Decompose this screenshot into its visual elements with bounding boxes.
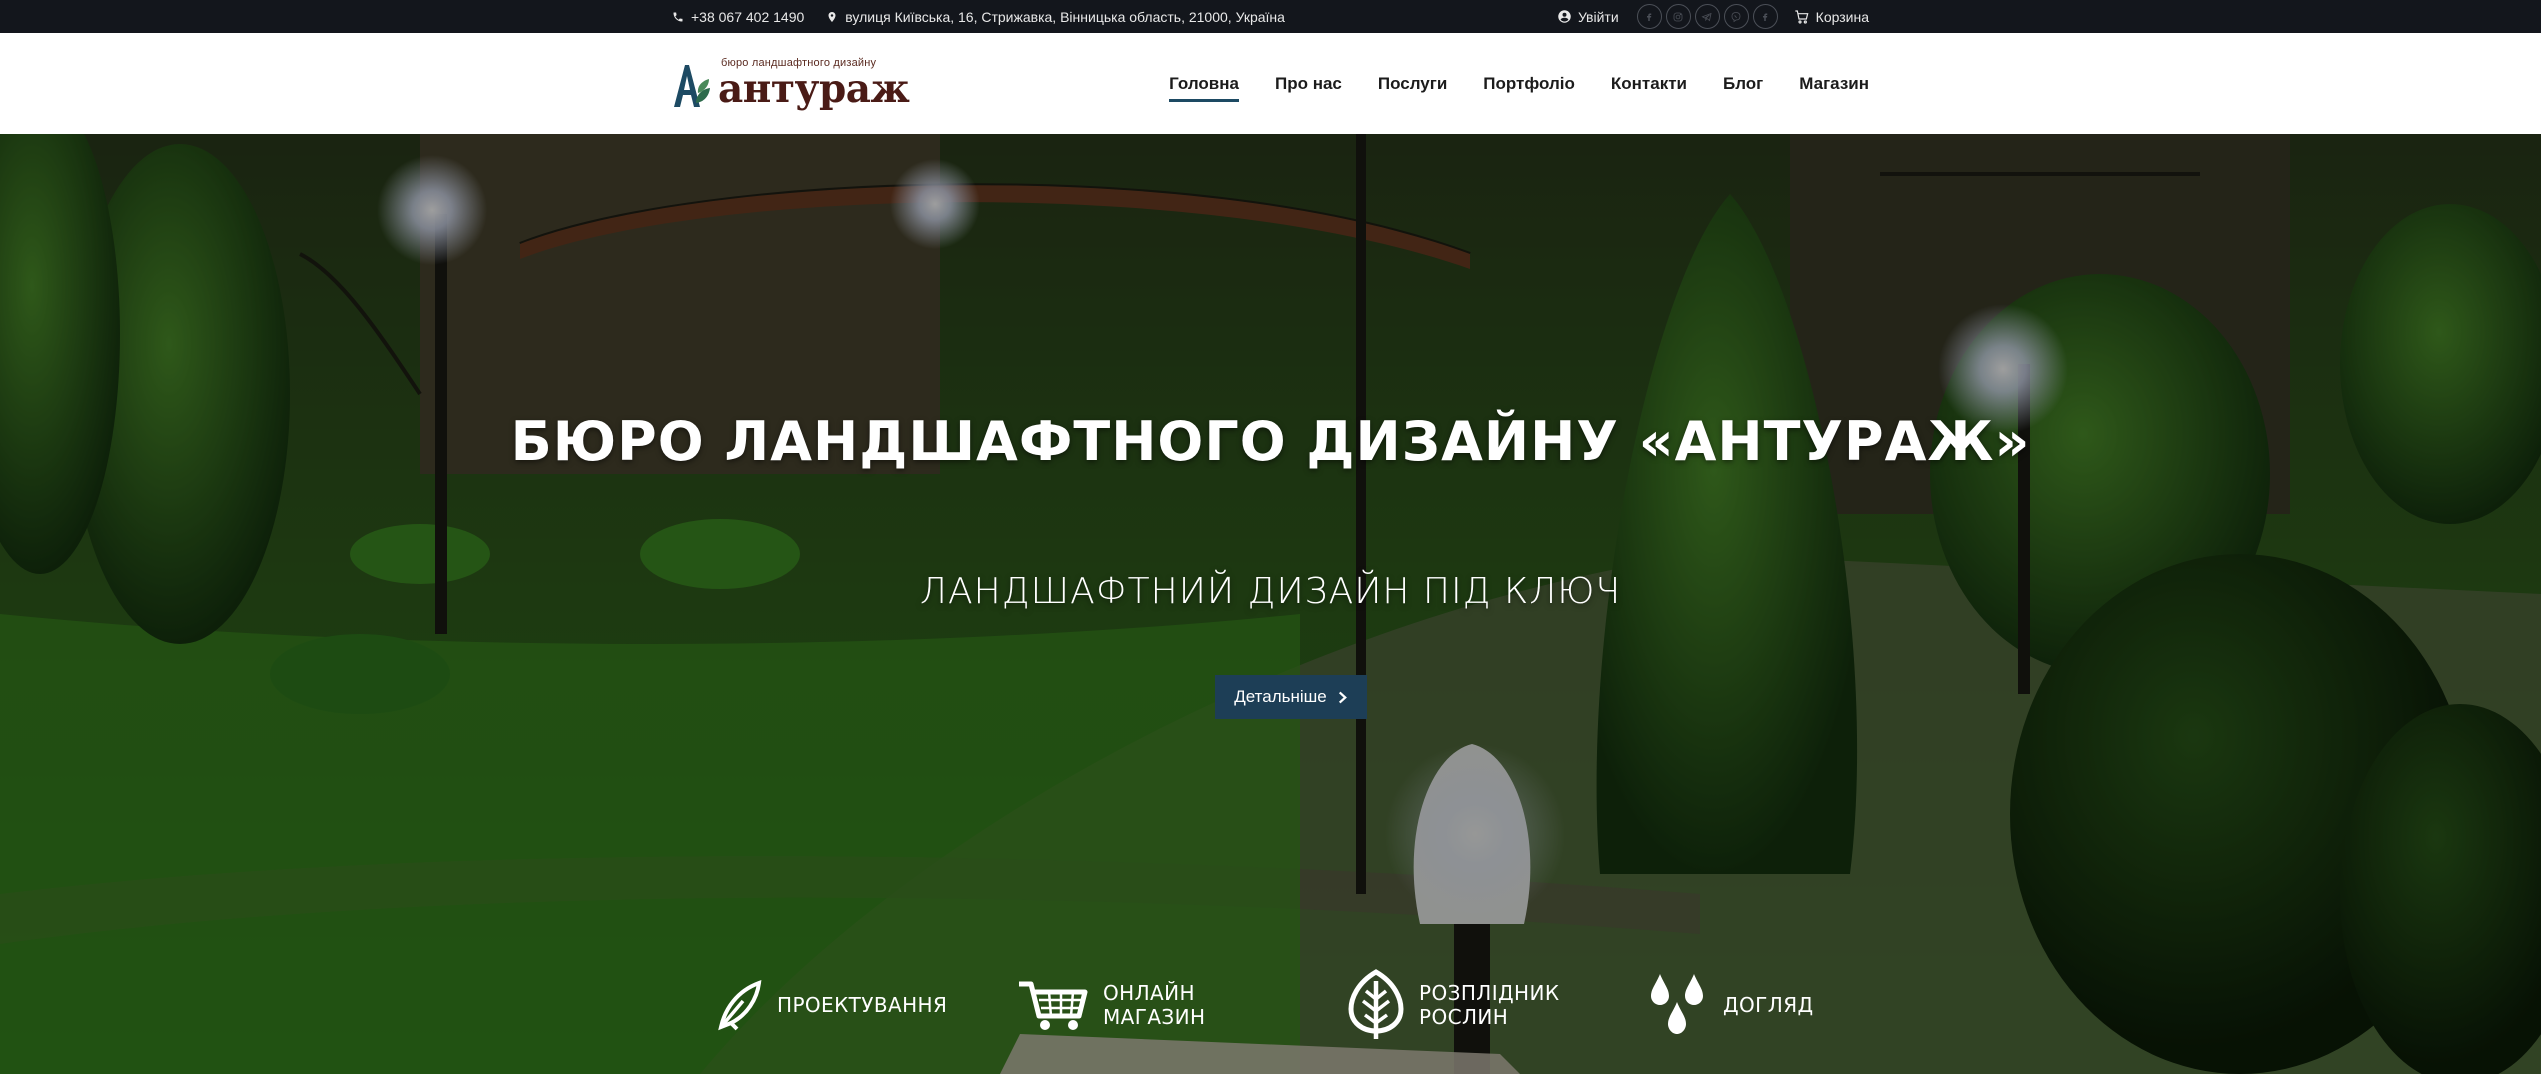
nav-item-portfolio[interactable]: Портфоліо xyxy=(1483,68,1575,100)
hero-subtitle: ЛАНДШАФТНИЙ ДИЗАЙН ПІД КЛЮЧ xyxy=(919,571,1622,612)
telegram-icon xyxy=(1701,12,1712,21)
feature-design-line1: ПРОЕКТУВАННЯ xyxy=(777,993,948,1017)
feature-design[interactable]: ПРОЕКТУВАННЯ xyxy=(717,960,947,1050)
feature-online-shop-label: ОНЛАЙН МАГАЗИН xyxy=(1103,981,1205,1029)
phone-number: +38 067 402 1490 xyxy=(691,8,805,25)
telegram-link[interactable] xyxy=(1694,4,1720,29)
instagram-link[interactable] xyxy=(1665,4,1691,29)
feature-online-shop-line1: ОНЛАЙН xyxy=(1103,981,1195,1005)
facebook-icon xyxy=(1647,13,1652,21)
facebook-icon xyxy=(1763,13,1768,21)
details-button[interactable]: Детальніше xyxy=(1215,675,1367,719)
login-label: Увійти xyxy=(1577,8,1619,25)
feature-care-label: ДОГЛЯД xyxy=(1723,993,1814,1017)
hero-section: БЮРО ЛАНДШАФТНОГО ДИЗАЙНУ «АНТУРАЖ» ЛАНД… xyxy=(0,134,2541,1074)
top-bar: +38 067 402 1490 вулиця Київська, 16, Ст… xyxy=(0,0,2541,33)
chevron-right-icon xyxy=(1338,691,1347,703)
phone-link[interactable]: +38 067 402 1490 xyxy=(672,9,804,25)
map-pin-icon xyxy=(828,11,836,22)
hero-title: БЮРО ЛАНДШАФТНОГО ДИЗАЙНУ «АНТУРАЖ» xyxy=(510,410,2031,473)
site-header: бюро ландшафтного дизайну антураж Головн… xyxy=(0,33,2541,134)
leaf-icon xyxy=(1348,969,1404,1039)
nav-item-contacts[interactable]: Контакти xyxy=(1611,68,1687,100)
viber-icon xyxy=(1731,11,1741,22)
login-link[interactable]: Увійти xyxy=(1557,9,1619,25)
cart-label: Корзина xyxy=(1815,8,1869,25)
feature-nursery[interactable]: РОЗПЛІДНИК РОСЛИН xyxy=(1347,960,1559,1050)
user-circle-icon xyxy=(1558,10,1571,23)
cart-icon xyxy=(1019,981,1088,1030)
details-button-label: Детальніше xyxy=(1234,687,1327,706)
feature-nursery-label: РОЗПЛІДНИК РОСЛИН xyxy=(1419,981,1559,1029)
nav-item-about[interactable]: Про нас xyxy=(1275,68,1342,100)
facebook-link[interactable] xyxy=(1636,4,1662,29)
logo-name: антураж xyxy=(718,66,910,112)
instagram-icon xyxy=(1673,12,1683,21)
address-text: вулиця Київська, 16, Стрижавка, Вінницьк… xyxy=(845,8,1285,25)
main-nav: Головна Про нас Послуги Портфоліо Контак… xyxy=(1169,68,1869,102)
water-drops-icon xyxy=(1651,974,1703,1034)
phone-icon xyxy=(673,12,683,21)
feature-online-shop[interactable]: ОНЛАЙН МАГАЗИН xyxy=(1017,960,1205,1050)
features-row: ПРОЕКТУВАННЯ ОНЛАЙН МАГАЗИН РОЗПЛІДНИК Р… xyxy=(0,960,2541,1050)
social-links xyxy=(1636,4,1778,29)
viber-link[interactable] xyxy=(1723,4,1749,29)
feature-care[interactable]: ДОГЛЯД xyxy=(1647,960,1814,1050)
nav-item-services[interactable]: Послуги xyxy=(1378,68,1447,100)
nav-item-shop[interactable]: Магазин xyxy=(1799,68,1869,100)
address-link[interactable]: вулиця Київська, 16, Стрижавка, Вінницьк… xyxy=(826,9,1285,25)
facebook-link-2[interactable] xyxy=(1752,4,1778,29)
feature-nursery-line2: РОСЛИН xyxy=(1419,1005,1509,1029)
cart-link[interactable]: Корзина xyxy=(1794,9,1869,25)
logo[interactable]: бюро ландшафтного дизайну антураж xyxy=(672,58,910,112)
logo-tree-icon xyxy=(674,64,710,107)
feature-online-shop-line2: МАГАЗИН xyxy=(1103,1005,1206,1029)
logo-text: бюро ландшафтного дизайну антураж xyxy=(718,58,910,112)
cart-icon xyxy=(1795,9,1809,24)
pen-leaf-icon xyxy=(718,980,762,1031)
feature-nursery-line1: РОЗПЛІДНИК xyxy=(1419,981,1560,1005)
feature-design-label: ПРОЕКТУВАННЯ xyxy=(777,993,947,1017)
nav-item-home[interactable]: Головна xyxy=(1169,68,1239,102)
feature-care-line1: ДОГЛЯД xyxy=(1723,993,1814,1017)
nav-item-blog[interactable]: Блог xyxy=(1723,68,1763,100)
